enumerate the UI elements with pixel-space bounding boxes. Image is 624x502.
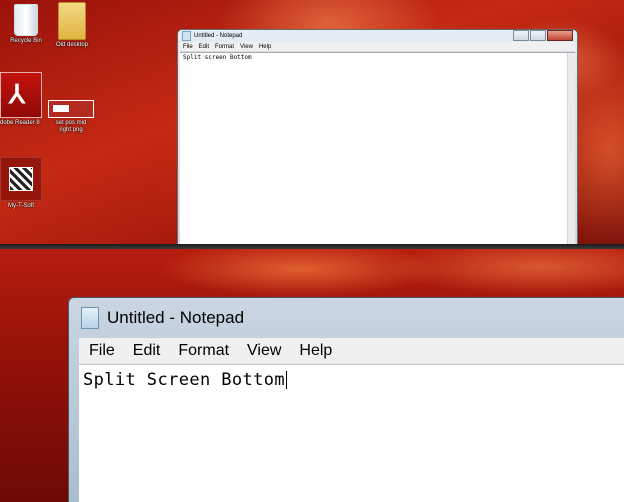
adobe-reader-icon: ⅄ [0,72,42,118]
desktop-icon-label: Old desktop [55,42,89,48]
editor-line: Split Screen Bottom [79,365,624,395]
menu-help[interactable]: Help [259,44,271,50]
menu-bar: File Edit Format View Help [180,42,575,52]
desktop-icon-old-desktop[interactable]: Old desktop [48,0,96,49]
editor-text: Split Screen Bottom [83,370,286,390]
window-title: Untitled - Notepad [107,308,245,327]
menu-help[interactable]: Help [299,342,332,360]
desktop-icon-recycle-bin[interactable]: Recycle Bin [2,0,50,45]
menu-bar: File Edit Format View Help [79,338,624,364]
notepad-window-large[interactable]: Untitled - Notepad File Edit Format View… [68,297,624,502]
menu-view[interactable]: View [247,342,281,360]
menu-file[interactable]: File [183,44,193,50]
window-controls [512,30,573,41]
desktop-icon-label: My-T-Soft [7,203,34,209]
notepad-window-small[interactable]: Untitled - Notepad File Edit Format View… [177,29,578,245]
top-desktop-pane: Recycle Bin Old desktop ⅄ dobe Reader 8 … [0,0,624,245]
desktop-icon-label: Recycle Bin [10,38,42,44]
vertical-scrollbar[interactable] [567,53,575,245]
desktop-icon-adobe-reader[interactable]: ⅄ dobe Reader 8 [0,72,42,127]
menu-view[interactable]: View [240,44,253,50]
notepad-icon [81,307,99,329]
minimize-button[interactable] [513,30,529,41]
window-title: Untitled - Notepad [194,33,243,39]
menu-edit[interactable]: Edit [199,44,209,50]
editor-text: Split screen Bottom [183,54,252,61]
folder-icon [58,2,86,40]
menu-format[interactable]: Format [215,44,234,50]
recycle-bin-icon [14,4,38,36]
desktop-icon-my-t-soft[interactable]: My-T-Soft [0,157,42,210]
text-caret [286,371,288,389]
keyboard-app-icon [0,157,42,201]
menu-file[interactable]: File [89,342,115,360]
text-editor[interactable]: Split screen Bottom [180,52,575,245]
desktop-icon-label: dobe Reader 8 [0,120,40,126]
close-button[interactable] [547,30,573,41]
text-editor[interactable]: Split Screen Bottom [79,364,624,502]
bottom-desktop-pane: Untitled - Notepad File Edit Format View… [0,249,624,502]
image-file-icon [48,100,94,118]
title-bar[interactable]: Untitled - Notepad [69,298,624,338]
menu-format[interactable]: Format [178,342,229,360]
menu-edit[interactable]: Edit [133,342,161,360]
maximize-button[interactable] [530,30,546,41]
desktop-icon-set-pos-png[interactable]: set pos mid right.png [48,100,94,134]
notepad-icon [182,31,191,41]
desktop-icon-label: set pos mid right.png [55,120,87,133]
